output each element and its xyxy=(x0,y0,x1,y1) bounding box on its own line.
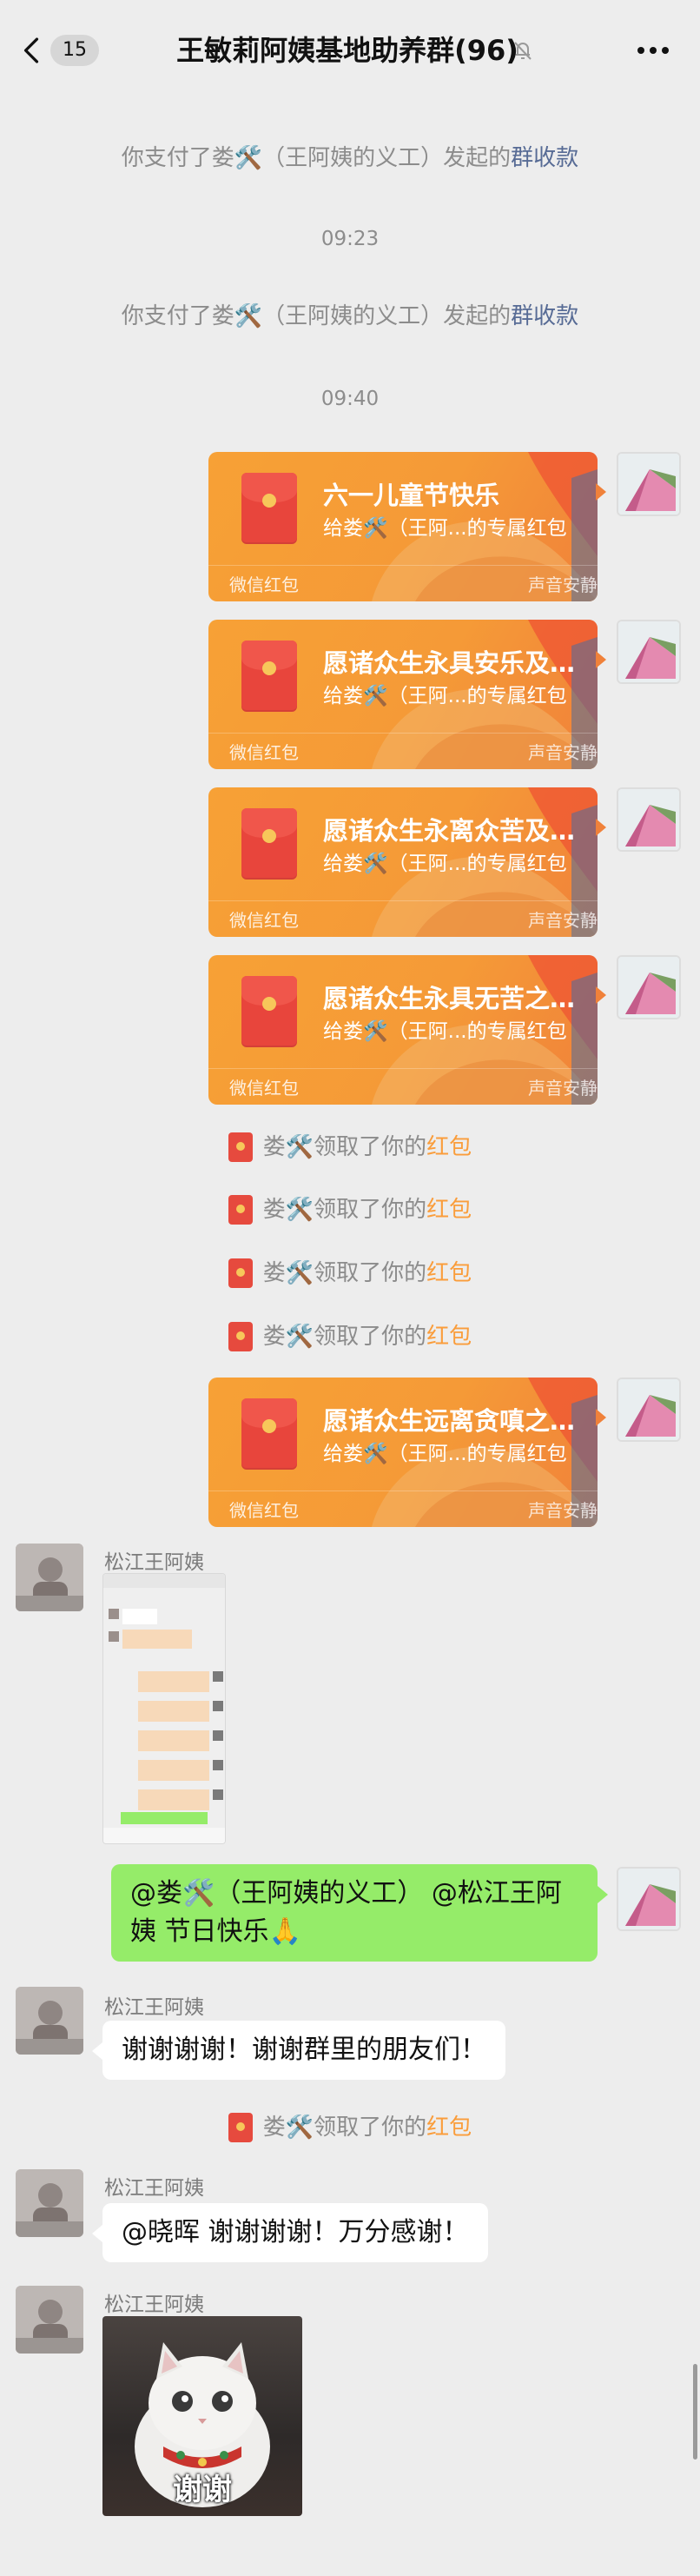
packet-title: 愿诸众生永具无苦之… xyxy=(323,984,576,1013)
red-packet-icon xyxy=(228,1132,253,1162)
red-packet-message[interactable]: 愿诸众生永具无苦之… 给娄🛠️（王阿...的专属红包 微信红包 声音安静 xyxy=(208,955,598,1105)
chevron-left-icon xyxy=(23,37,39,63)
packet-subtitle: 给娄🛠️（王阿...的专属红包 xyxy=(323,517,567,540)
red-packet-message[interactable]: 愿诸众生永离众苦及… 给娄🛠️（王阿...的专属红包 微信红包 声音安静 xyxy=(208,787,598,937)
bubble-tail xyxy=(596,819,606,836)
packet-received-notice: 娄🛠️领取了你的 红包 xyxy=(0,1132,700,1163)
shared-screenshot-image[interactable] xyxy=(102,1573,226,1844)
sender-avatar[interactable] xyxy=(16,2286,83,2354)
packet-received-notice: 娄🛠️领取了你的 红包 xyxy=(0,1321,700,1352)
system-message: 你支付了娄🛠️（王阿姨的义工）发起的群收款 xyxy=(121,303,579,329)
red-packet-message[interactable]: 六一儿童节快乐 给娄🛠️（王阿...的专属红包 微信红包 声音安静 xyxy=(208,452,598,601)
packet-brand: 声音安静 xyxy=(528,1500,598,1521)
scrollbar[interactable] xyxy=(693,2364,697,2460)
packet-label: 微信红包 xyxy=(229,1500,299,1521)
packet-label: 微信红包 xyxy=(229,910,299,931)
more-dots-icon[interactable] xyxy=(634,38,672,63)
sticker-caption: 谢谢 xyxy=(173,2473,232,2507)
packet-subtitle: 给娄🛠️（王阿...的专属红包 xyxy=(323,1020,567,1043)
sender-name: 松江王阿姨 xyxy=(104,2294,204,2316)
bubble-tail xyxy=(92,2225,102,2242)
red-packet-icon xyxy=(228,1195,253,1225)
group-payment-link[interactable]: 群收款 xyxy=(511,145,578,171)
packet-label: 微信红包 xyxy=(229,574,299,595)
packet-title: 愿诸众生永具安乐及… xyxy=(323,648,576,678)
sender-avatar[interactable] xyxy=(16,1544,83,1611)
red-packet-message[interactable]: 愿诸众生永具安乐及… 给娄🛠️（王阿...的专属红包 微信红包 声音安静 xyxy=(208,620,598,769)
packet-received-notice: 娄🛠️领取了你的 红包 xyxy=(0,1258,700,1289)
red-envelope-icon xyxy=(241,976,297,1047)
red-packet-link[interactable]: 红包 xyxy=(426,1194,472,1225)
timestamp: 09:23 xyxy=(320,228,380,250)
packet-subtitle: 给娄🛠️（王阿...的专属红包 xyxy=(323,853,567,875)
packet-footer: 微信红包 声音安静 xyxy=(208,900,598,937)
group-payment-link[interactable]: 群收款 xyxy=(511,303,578,329)
cat-sticker-image[interactable]: 谢谢 xyxy=(102,2316,302,2516)
received-text-message[interactable]: 谢谢谢谢！谢谢群里的朋友们！ xyxy=(102,2021,505,2080)
packet-footer: 微信红包 声音安静 xyxy=(208,1068,598,1105)
red-packet-link[interactable]: 红包 xyxy=(426,2112,472,2143)
bubble-tail xyxy=(598,1886,608,1903)
my-avatar[interactable] xyxy=(617,955,681,1019)
system-message: 你支付了娄🛠️（王阿姨的义工）发起的群收款 xyxy=(121,145,579,171)
packet-title: 愿诸众生远离贪嗔之… xyxy=(323,1406,576,1436)
red-envelope-icon xyxy=(241,473,297,544)
red-packet-link[interactable]: 红包 xyxy=(426,1132,472,1163)
red-packet-link[interactable]: 红包 xyxy=(426,1258,472,1289)
my-avatar[interactable] xyxy=(617,787,681,852)
sender-avatar[interactable] xyxy=(16,1987,83,2055)
mute-bell-icon xyxy=(514,42,532,60)
packet-brand: 声音安静 xyxy=(528,1078,598,1099)
my-avatar[interactable] xyxy=(617,1867,681,1931)
received-text-message[interactable]: @晓晖 谢谢谢谢！万分感谢！ xyxy=(102,2203,488,2262)
packet-title: 六一儿童节快乐 xyxy=(323,481,500,510)
red-packet-link[interactable]: 红包 xyxy=(426,1321,472,1352)
red-packet-icon xyxy=(228,1258,253,1288)
packet-received-notice: 娄🛠️领取了你的 红包 xyxy=(0,1194,700,1225)
my-avatar[interactable] xyxy=(617,1378,681,1442)
sender-avatar[interactable] xyxy=(16,2169,83,2237)
my-text-message[interactable]: @娄🛠️（王阿姨的义工） @松江王阿姨 节日快乐🙏 xyxy=(111,1864,598,1962)
packet-label: 微信红包 xyxy=(229,1078,299,1099)
packet-brand: 声音安静 xyxy=(528,574,598,595)
back-button[interactable]: 15 xyxy=(21,33,99,68)
red-packet-message[interactable]: 愿诸众生远离贪嗔之… 给娄🛠️（王阿...的专属红包 微信红包 声音安静 xyxy=(208,1378,598,1527)
my-avatar[interactable] xyxy=(617,620,681,684)
bubble-tail xyxy=(596,986,606,1004)
red-packet-icon xyxy=(228,1322,253,1351)
packet-brand: 声音安静 xyxy=(528,910,598,931)
bubble-tail xyxy=(596,651,606,668)
sender-name: 松江王阿姨 xyxy=(104,2177,204,2200)
chat-header: 15 王敏莉阿姨基地助养群(96) xyxy=(0,0,700,97)
bubble-tail xyxy=(596,1409,606,1426)
red-envelope-icon xyxy=(241,808,297,880)
packet-received-notice: 娄🛠️领取了你的 红包 xyxy=(0,2112,700,2143)
packet-brand: 声音安静 xyxy=(528,742,598,763)
red-packet-icon xyxy=(228,2113,253,2142)
bubble-tail xyxy=(596,483,606,501)
packet-footer: 微信红包 声音安静 xyxy=(208,733,598,769)
packet-subtitle: 给娄🛠️（王阿...的专属红包 xyxy=(323,685,567,707)
bubble-tail xyxy=(92,2042,102,2060)
packet-subtitle: 给娄🛠️（王阿...的专属红包 xyxy=(323,1443,567,1465)
red-envelope-icon xyxy=(241,1398,297,1470)
sender-name: 松江王阿姨 xyxy=(104,1551,204,1574)
packet-footer: 微信红包 声音安静 xyxy=(208,565,598,601)
sender-name: 松江王阿姨 xyxy=(104,1996,204,2019)
packet-label: 微信红包 xyxy=(229,742,299,763)
packet-footer: 微信红包 声音安静 xyxy=(208,1490,598,1527)
red-envelope-icon xyxy=(241,641,297,712)
packet-title: 愿诸众生永离众苦及… xyxy=(323,816,576,846)
my-avatar[interactable] xyxy=(617,452,681,516)
chat-title: 王敏莉阿姨基地助养群(96) xyxy=(176,34,518,67)
timestamp: 09:40 xyxy=(320,388,380,410)
unread-badge: 15 xyxy=(50,35,99,66)
